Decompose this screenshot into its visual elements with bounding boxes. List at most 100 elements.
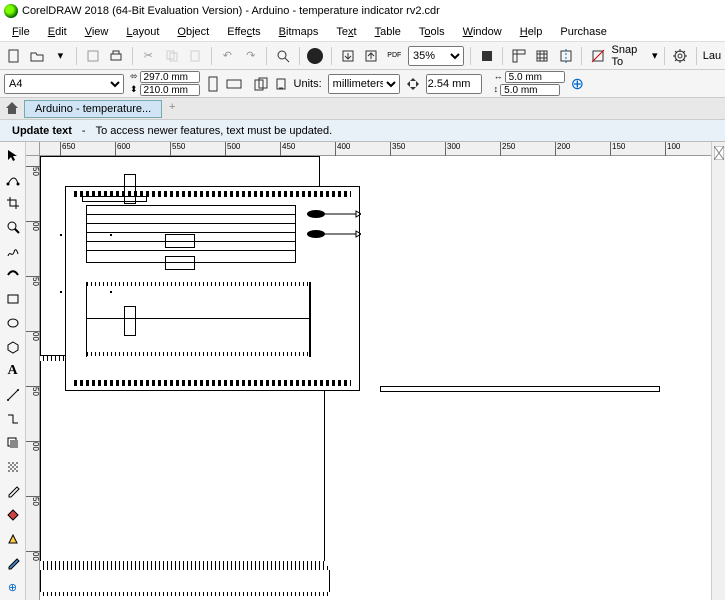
menu-view[interactable]: View: [77, 24, 117, 40]
app-icon: [4, 4, 18, 18]
page-width-input[interactable]: [140, 71, 200, 83]
drawing-panel-4[interactable]: [40, 566, 330, 600]
menu-bitmaps[interactable]: Bitmaps: [271, 24, 327, 40]
publish-pdf-button[interactable]: PDF: [385, 46, 404, 66]
snap-to-dropdown[interactable]: Snap To ▾: [612, 44, 658, 68]
save-button[interactable]: [83, 46, 102, 66]
rectangle-tool[interactable]: [2, 288, 24, 310]
canvas-area[interactable]: 650 600 550 500 450 400 350 300 250 200 …: [26, 142, 711, 600]
ruler-tick: 00: [26, 441, 40, 451]
horizontal-ruler[interactable]: 650 600 550 500 450 400 350 300 250 200 …: [40, 142, 711, 156]
rect-shape[interactable]: [165, 234, 195, 248]
paper-size-select[interactable]: A4: [4, 74, 124, 94]
separator: [211, 47, 212, 65]
open-dropdown[interactable]: ▾: [51, 46, 70, 66]
thin-bar-shape[interactable]: [380, 386, 660, 392]
launch-label[interactable]: Lau: [703, 50, 721, 62]
add-preset-button[interactable]: ⊕: [571, 74, 584, 94]
ellipse-tool[interactable]: [2, 312, 24, 334]
document-tab[interactable]: Arduino - temperature...: [24, 100, 162, 118]
copy-button[interactable]: [162, 46, 181, 66]
all-pages-button[interactable]: [254, 77, 268, 91]
duplicate-distance: ↔ ↕: [494, 71, 565, 96]
pick-tool[interactable]: [2, 144, 24, 166]
guidelines-button[interactable]: [556, 46, 575, 66]
snap-off-button[interactable]: [588, 46, 607, 66]
current-page-button[interactable]: [274, 77, 288, 91]
right-dock: [711, 142, 725, 600]
interactive-fill-tool[interactable]: [2, 504, 24, 526]
redo-button[interactable]: ↷: [241, 46, 260, 66]
page-height-input[interactable]: [140, 84, 200, 96]
outline-pen-tool[interactable]: [2, 552, 24, 574]
menu-purchase[interactable]: Purchase: [552, 24, 614, 40]
dup-x-icon: ↔: [494, 71, 503, 83]
zoom-level-select[interactable]: 35%: [408, 46, 464, 66]
menu-effects[interactable]: Effects: [219, 24, 268, 40]
color-eyedropper-tool[interactable]: [2, 480, 24, 502]
text-tool[interactable]: A: [2, 360, 24, 382]
shape-tool[interactable]: [2, 168, 24, 190]
new-button[interactable]: [4, 46, 23, 66]
open-button[interactable]: [27, 46, 46, 66]
menu-window[interactable]: Window: [455, 24, 510, 40]
menu-help[interactable]: Help: [512, 24, 551, 40]
rect-shape[interactable]: [124, 306, 136, 336]
fullscreen-button[interactable]: [477, 46, 496, 66]
title-bar: CorelDRAW 2018 (64-Bit Evaluation Versio…: [0, 0, 725, 22]
print-button[interactable]: [106, 46, 125, 66]
zoom-tool[interactable]: [2, 216, 24, 238]
import-button[interactable]: [338, 46, 357, 66]
menu-layout[interactable]: Layout: [118, 24, 167, 40]
duplicate-x-input[interactable]: [505, 71, 565, 83]
cut-button[interactable]: ✂: [139, 46, 158, 66]
landscape-button[interactable]: [226, 77, 242, 91]
drawing-canvas[interactable]: [40, 156, 711, 600]
slot-shape[interactable]: [82, 196, 147, 202]
options-button[interactable]: [670, 46, 689, 66]
ruler-tick: 500: [225, 142, 240, 156]
menu-file[interactable]: File: [4, 24, 38, 40]
expand-toolbox[interactable]: ⊕: [2, 576, 24, 598]
artistic-media-button[interactable]: [306, 46, 325, 66]
polygon-tool[interactable]: [2, 336, 24, 358]
menu-tools[interactable]: Tools: [411, 24, 453, 40]
menu-object[interactable]: Object: [169, 24, 217, 40]
toothed-box[interactable]: [86, 282, 311, 357]
probe-shape-1[interactable]: [306, 209, 361, 219]
smart-fill-tool[interactable]: [2, 528, 24, 550]
drop-shadow-tool[interactable]: [2, 432, 24, 454]
grid-button[interactable]: [533, 46, 552, 66]
menu-table[interactable]: Table: [367, 24, 409, 40]
rect-shape[interactable]: [165, 256, 195, 270]
connector-tool[interactable]: [2, 408, 24, 430]
new-tab-button[interactable]: +: [164, 101, 180, 117]
menu-text[interactable]: Text: [328, 24, 364, 40]
freehand-tool[interactable]: [2, 240, 24, 262]
transparency-tool[interactable]: [2, 456, 24, 478]
crop-tool[interactable]: [2, 192, 24, 214]
search-button[interactable]: [273, 46, 292, 66]
export-button[interactable]: [361, 46, 380, 66]
menu-edit[interactable]: Edit: [40, 24, 75, 40]
nudge-distance-input[interactable]: [426, 74, 482, 94]
paste-button[interactable]: [185, 46, 204, 66]
duplicate-y-input[interactable]: [500, 84, 560, 96]
vertical-ruler[interactable]: 50 00 50 00 50 00 50 00: [26, 156, 40, 600]
artistic-media-tool[interactable]: [2, 264, 24, 286]
separator: [470, 47, 471, 65]
undo-button[interactable]: ↶: [218, 46, 237, 66]
drawing-panel-1[interactable]: [65, 186, 360, 391]
portrait-button[interactable]: [206, 76, 220, 92]
ruler-origin[interactable]: [26, 142, 40, 156]
units-select[interactable]: millimeters: [328, 74, 400, 94]
no-fill-swatch[interactable]: [714, 146, 724, 162]
ruler-tick: 600: [115, 142, 130, 156]
probe-shape-2[interactable]: [306, 229, 361, 239]
toothed-sheet[interactable]: [40, 566, 330, 596]
ruler-tick: 00: [26, 331, 40, 341]
home-tab[interactable]: [4, 100, 22, 118]
separator: [664, 47, 665, 65]
parallel-dimension-tool[interactable]: [2, 384, 24, 406]
rulers-button[interactable]: [509, 46, 528, 66]
